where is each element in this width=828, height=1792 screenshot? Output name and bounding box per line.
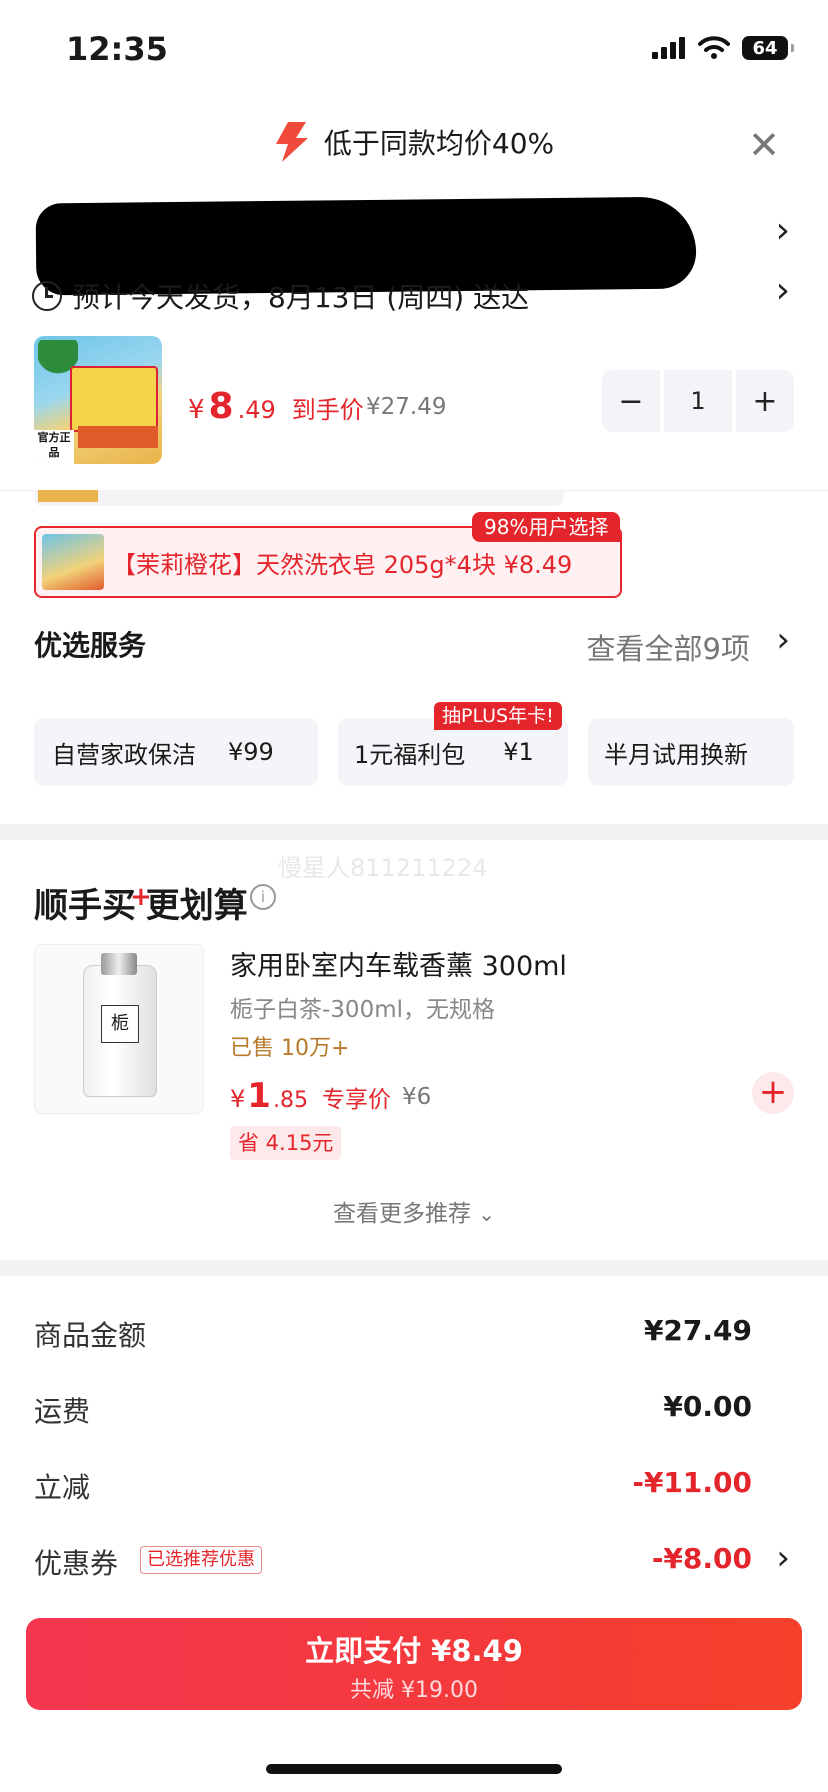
bottle-label: 栀: [101, 1005, 139, 1043]
price-int: 8: [208, 386, 234, 427]
service-price: ¥1: [503, 738, 534, 766]
minus-button[interactable]: −: [602, 370, 660, 432]
price-label: 到手价: [291, 396, 364, 424]
pay-sub: 共减 ¥19.00: [350, 1678, 478, 1703]
addon-name[interactable]: 家用卧室内车载香薰 300ml: [230, 944, 567, 983]
addon-save-badge: 省 4.15元: [230, 1126, 342, 1160]
service-name: 自营家政保洁: [52, 740, 196, 769]
service-price: ¥99: [228, 738, 274, 766]
pay-label: 立即支付 ¥8.49: [305, 1634, 523, 1668]
home-indicator[interactable]: [266, 1764, 562, 1774]
service-card[interactable]: 自营家政保洁 ¥99: [34, 718, 318, 786]
battery-icon: 64: [742, 36, 794, 60]
addon-price-int: 1: [247, 1076, 271, 1116]
price-banner: 低于同款均价40%: [0, 122, 828, 162]
more-label: 查看更多推荐: [332, 1201, 471, 1227]
discount-label: 立减: [34, 1471, 91, 1504]
watermark: 慢星人811211224: [278, 854, 488, 882]
plus-promo-badge: 抽PLUS年卡!: [434, 702, 562, 730]
official-tag: 官方正品: [34, 430, 74, 464]
addon-spec: 栀子白茶-300ml，无规格: [230, 997, 495, 1023]
wifi-icon: [698, 36, 730, 59]
addon-sold: 已售 10万+: [230, 1036, 350, 1061]
services-view-all[interactable]: 查看全部9项: [587, 626, 750, 668]
addon-title: 顺手买+更划算: [34, 878, 248, 927]
users-choice-badge: 98%用户选择: [472, 512, 621, 542]
add-addon-button[interactable]: +: [752, 1072, 794, 1114]
chevron-down-icon: ⌄: [478, 1202, 496, 1226]
lightning-icon: [275, 122, 308, 162]
delivery-row[interactable]: 预计今天发货，8月13日 (周四) 送达: [32, 276, 529, 316]
price-currency: ¥: [188, 395, 205, 425]
services-chevron-icon[interactable]: ›: [776, 620, 790, 660]
coupon-tag: 已选推荐优惠: [140, 1546, 262, 1574]
close-icon[interactable]: ✕: [748, 126, 780, 164]
shipping-label: 运费: [34, 1395, 91, 1428]
goods-amount-label: 商品金额: [34, 1319, 147, 1352]
addon-price-label: 专享价: [321, 1087, 391, 1113]
addon-title-right: 更划算: [145, 886, 248, 926]
quantity-stepper: − 1 +: [602, 370, 794, 432]
info-icon[interactable]: i: [250, 884, 276, 910]
goods-amount-value: ¥27.49: [643, 1314, 752, 1347]
section-divider: [0, 824, 828, 840]
variant-thumbnail: [42, 534, 104, 590]
variant-strip-thumb: [38, 490, 98, 502]
product-price: ¥ 8 .49 到手价: [188, 386, 364, 427]
services-title: 优选服务: [34, 629, 147, 662]
status-time: 12:35: [66, 30, 168, 68]
service-name: 1元福利包: [354, 740, 466, 769]
delivery-chevron-icon[interactable]: ›: [776, 270, 790, 311]
soap-box-graphic: [70, 366, 158, 432]
addon-price-dec: .85: [272, 1088, 308, 1113]
delivery-text: 预计今天发货，8月13日 (周四) 送达: [72, 281, 530, 314]
status-icons: 64: [652, 36, 794, 60]
more-recommendations[interactable]: 查看更多推荐 ⌄: [0, 1194, 828, 1228]
addon-image[interactable]: 栀: [34, 944, 204, 1114]
variant-strip: [34, 490, 564, 506]
service-name: 半月试用换新: [604, 740, 748, 769]
original-price: ¥27.49: [366, 394, 447, 420]
pay-button[interactable]: 立即支付 ¥8.49 共减 ¥19.00: [26, 1618, 802, 1710]
signal-icon: [652, 37, 685, 59]
bottle-cap-graphic: [101, 953, 137, 975]
product-image[interactable]: 官方正品: [34, 336, 162, 464]
addon-title-left: 顺手买: [34, 886, 136, 926]
price-dec: .49: [237, 396, 276, 424]
shipping-value: ¥0.00: [663, 1390, 752, 1423]
addon-price: ¥ 1 .85 专享价: [230, 1076, 391, 1116]
addon-price-currency: ¥: [230, 1085, 246, 1113]
discount-value: -¥11.00: [632, 1466, 752, 1499]
service-card[interactable]: 半月试用换新: [588, 718, 794, 786]
coupon-chevron-icon[interactable]: ›: [776, 1538, 790, 1578]
variant-text: 【茉莉橙花】天然洗衣皂 205g*4块 ¥8.49: [112, 550, 573, 579]
plus-button[interactable]: +: [736, 370, 794, 432]
banner-text: 低于同款均价40%: [323, 127, 555, 160]
address-chevron-icon[interactable]: ›: [776, 210, 790, 251]
soap-strip-graphic: [78, 426, 158, 448]
coupon-value[interactable]: -¥8.00: [652, 1542, 752, 1575]
coupon-label: 优惠券: [34, 1547, 119, 1580]
section-divider: [0, 1260, 828, 1276]
addon-original-price: ¥6: [402, 1084, 432, 1110]
clock-icon: [32, 281, 62, 311]
quantity-value[interactable]: 1: [664, 370, 732, 432]
